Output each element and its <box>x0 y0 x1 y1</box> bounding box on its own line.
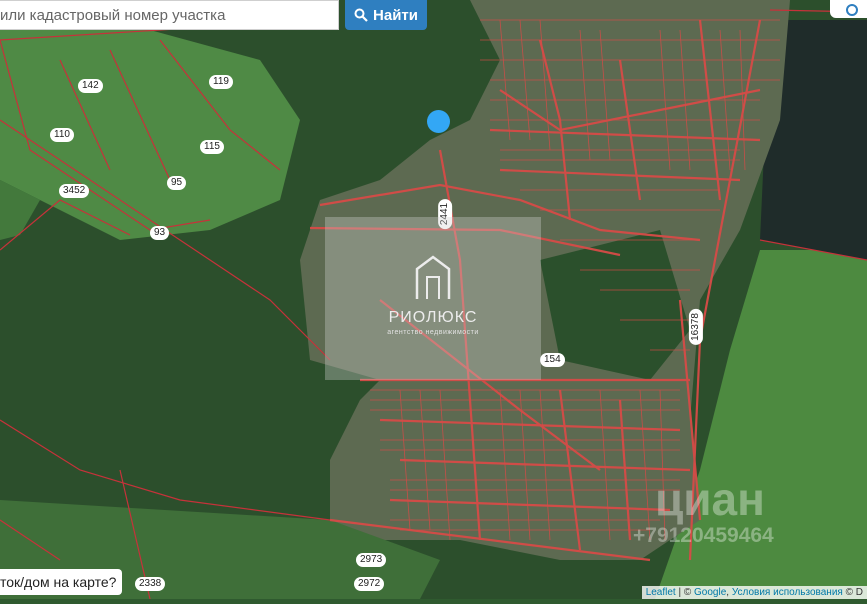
map-attribution: Leaflet | © Google, Условия использовани… <box>641 586 867 599</box>
watermark-subtitle: агентство недвижимости <box>387 329 479 336</box>
search-box <box>0 0 339 30</box>
agency-watermark: РИОЛЮКС агентство недвижимости <box>325 217 541 380</box>
find-button-label: Найти <box>373 6 418 24</box>
leaflet-link[interactable]: Leaflet <box>646 587 676 598</box>
map-question-prompt[interactable]: ток/дом на карте? <box>0 569 123 595</box>
house-logo-icon <box>415 255 451 299</box>
photo-watermark-brand: циан <box>655 473 765 525</box>
find-button[interactable]: Найти <box>345 0 427 30</box>
watermark-title: РИОЛЮКС <box>388 309 478 326</box>
parcel-label[interactable]: 115 <box>200 140 224 154</box>
attribution-separator: | © <box>675 587 695 598</box>
parcel-label[interactable]: 95 <box>167 176 187 190</box>
google-link[interactable]: Google <box>694 587 726 598</box>
satellite-map[interactable]: 142 119 110 115 95 3452 93 2441 154 1637… <box>0 0 867 600</box>
layers-toggle-button[interactable] <box>830 0 867 18</box>
parcel-label[interactable]: 16378 <box>688 309 703 345</box>
parcel-label[interactable]: 110 <box>50 128 74 142</box>
terms-link[interactable]: Условия использования <box>732 587 843 598</box>
attribution-tail: © D <box>842 587 863 598</box>
parcel-label[interactable]: 2973 <box>356 553 387 567</box>
parcel-label[interactable]: 142 <box>78 79 103 93</box>
location-marker[interactable] <box>427 110 450 133</box>
parcel-label[interactable]: 3452 <box>59 184 90 198</box>
parcel-label[interactable]: 2972 <box>354 577 385 591</box>
parcel-label[interactable]: 119 <box>209 75 233 89</box>
search-input[interactable] <box>0 1 338 29</box>
photo-watermark-phone: +79120459464 <box>633 524 774 547</box>
parcel-label[interactable]: 2338 <box>135 577 166 591</box>
parcel-label[interactable]: 93 <box>150 226 170 240</box>
search-icon <box>354 8 368 22</box>
parcel-label[interactable]: 154 <box>540 353 565 367</box>
